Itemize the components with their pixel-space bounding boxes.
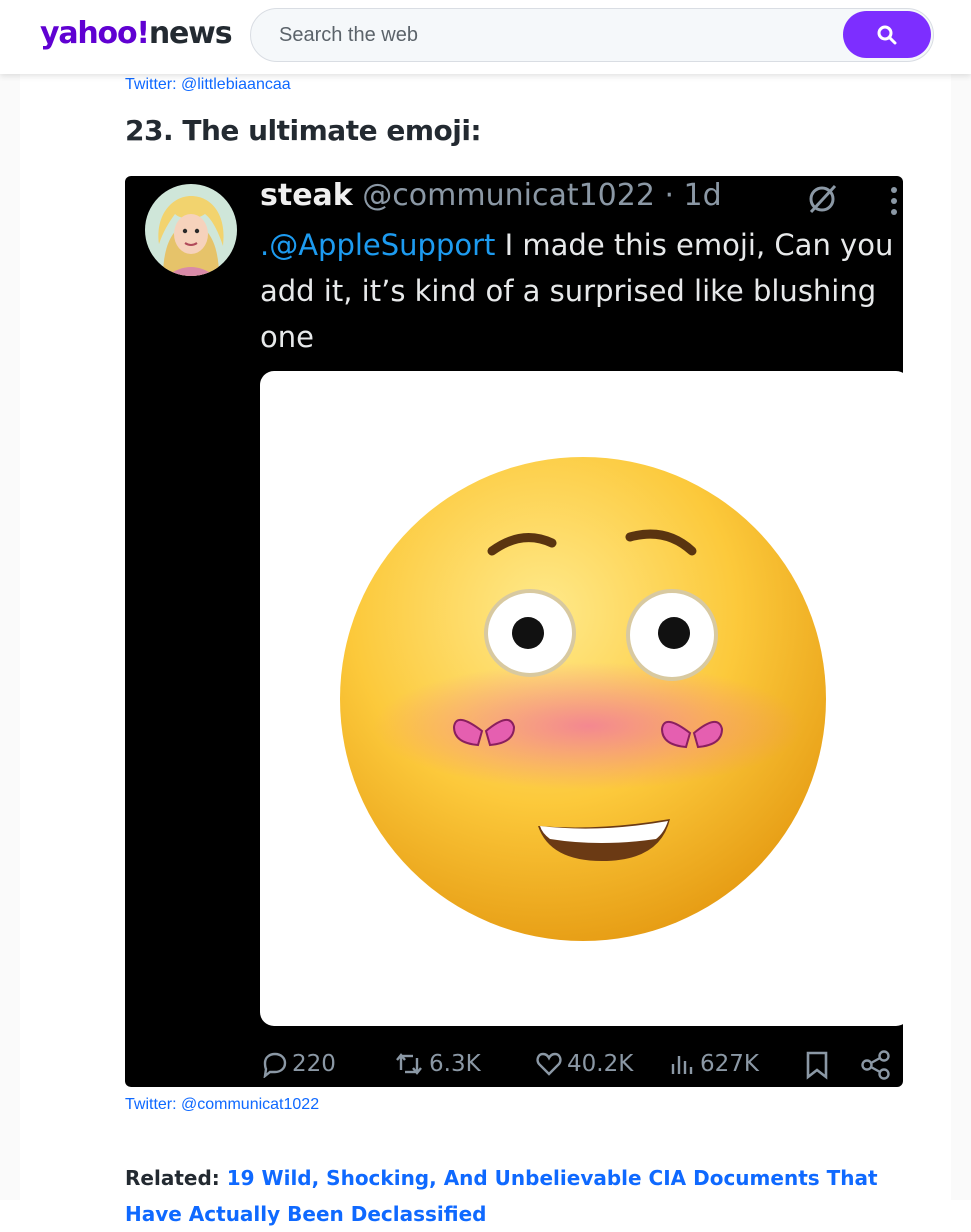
right-gutter (951, 74, 971, 1200)
avatar (145, 184, 237, 276)
search-icon (877, 25, 897, 44)
tweet-handle-time: @communicat1022 · 1d (362, 178, 722, 213)
search-input[interactable] (277, 9, 841, 62)
tweet-media (260, 371, 903, 1026)
repost-action: 6.3K (395, 1044, 481, 1084)
more-options-icon (891, 187, 897, 215)
tweet-action-bar: 220 6.3K 40.2K 627K (260, 1044, 903, 1084)
item-heading: 23. The ultimate emoji: (125, 114, 482, 147)
blushing-emoji-image (340, 457, 826, 941)
reply-action: 220 (260, 1044, 336, 1084)
tweet-header: steak @communicat1022 · 1d (260, 178, 722, 213)
search-button[interactable] (843, 11, 931, 58)
embedded-tweet-screenshot: steak @communicat1022 · 1d .@AppleSuppor… (125, 176, 903, 1087)
search-bar (250, 8, 934, 62)
logo-brand: yahoo! (40, 16, 150, 51)
views-icon (671, 1056, 693, 1074)
views-count: 627K (700, 1051, 759, 1077)
repost-icon (396, 1053, 422, 1075)
related-article: Related: 19 Wild, Shocking, And Unbeliev… (125, 1160, 885, 1232)
tweet-author-name: steak (260, 178, 353, 213)
previous-image-credit[interactable]: Twitter: @littlebiaancaa (125, 76, 291, 94)
share-icon (861, 1050, 890, 1080)
heart-icon (536, 1052, 562, 1076)
like-count: 40.2K (567, 1051, 634, 1077)
reply-icon (263, 1052, 287, 1078)
reply-count: 220 (292, 1051, 336, 1077)
bookmark-icon (806, 1051, 828, 1080)
tweet-mention: .@AppleSupport (260, 228, 496, 262)
like-action: 40.2K (535, 1044, 633, 1084)
logo-section: news (148, 16, 233, 51)
tweet-text: .@AppleSupport I made this emoji, Can yo… (260, 222, 900, 360)
left-gutter (0, 74, 20, 1200)
grok-icon (809, 184, 837, 214)
repost-count: 6.3K (429, 1051, 481, 1077)
yahoo-news-logo[interactable]: yahoo!news (40, 14, 233, 54)
related-article-link[interactable]: 19 Wild, Shocking, And Unbelievable CIA … (125, 1166, 878, 1226)
top-navigation-bar: yahoo!news (0, 0, 971, 74)
views-action: 627K (668, 1044, 759, 1084)
related-label: Related: (125, 1166, 220, 1190)
image-credit[interactable]: Twitter: @communicat1022 (125, 1096, 319, 1114)
